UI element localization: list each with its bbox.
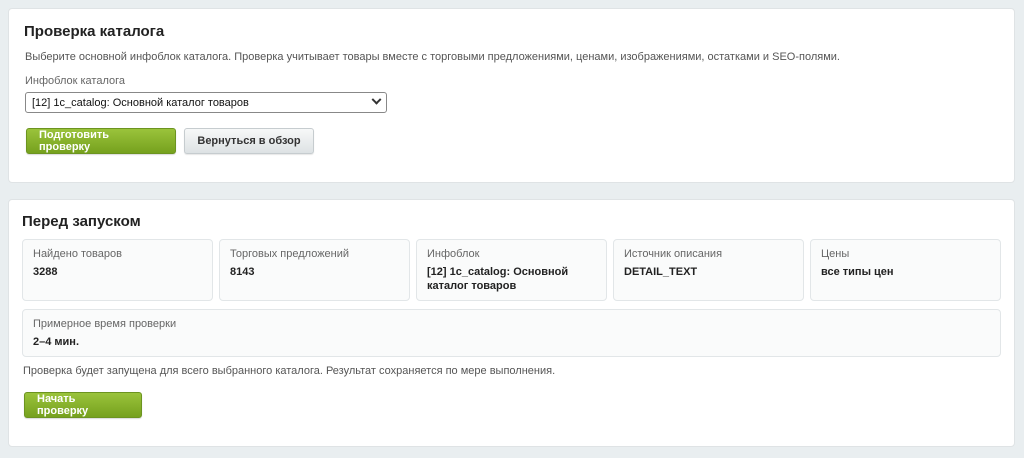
stat-card-products: Найдено товаров 3288 — [22, 239, 213, 301]
stat-value: DETAIL_TEXT — [624, 266, 698, 278]
stat-value: 3288 — [33, 266, 58, 278]
catalog-check-panel: Проверка каталога Выберите основной инфо… — [8, 8, 1015, 183]
stat-value: 8143 — [230, 266, 255, 278]
iblock-select-value: [12] 1c_catalog: Основной каталог товаро… — [32, 96, 249, 109]
stat-card-prices: Цены все типы цен — [810, 239, 1001, 301]
iblock-field-label: Инфоблок каталога — [25, 75, 125, 87]
stat-label: Инфоблок — [427, 248, 480, 260]
stat-label: Источник описания — [624, 248, 723, 260]
chevron-down-icon — [371, 94, 382, 105]
stat-value: [12] 1c_catalog: Основной каталог товаро… — [427, 266, 569, 292]
time-label: Примерное время проверки — [33, 318, 177, 330]
start-check-button[interactable]: Начать проверку — [24, 392, 142, 418]
stat-label: Найдено товаров — [33, 248, 122, 260]
panel-description: Выберите основной инфоблок каталога. Про… — [25, 51, 840, 63]
stat-value: все типы цен — [821, 266, 894, 278]
back-to-overview-button[interactable]: Вернуться в обзор — [184, 128, 314, 154]
estimated-time-card: Примерное время проверки 2–4 мин. — [22, 309, 1001, 357]
panel-title: Перед запуском — [22, 213, 141, 230]
panel-title: Проверка каталога — [24, 23, 165, 40]
stat-card-iblock: Инфоблок [12] 1c_catalog: Основной катал… — [416, 239, 607, 301]
stat-label: Торговых предложений — [230, 248, 350, 260]
stat-card-offers: Торговых предложений 8143 — [219, 239, 410, 301]
stat-card-description-source: Источник описания DETAIL_TEXT — [613, 239, 804, 301]
prepare-check-button[interactable]: Подготовить проверку — [26, 128, 176, 154]
iblock-select[interactable]: [12] 1c_catalog: Основной каталог товаро… — [25, 92, 387, 113]
time-value: 2–4 мин. — [33, 336, 80, 348]
run-note: Проверка будет запущена для всего выбран… — [23, 365, 556, 377]
stat-label: Цены — [821, 248, 850, 260]
before-start-panel: Перед запуском Найдено товаров 3288 Торг… — [8, 199, 1015, 447]
